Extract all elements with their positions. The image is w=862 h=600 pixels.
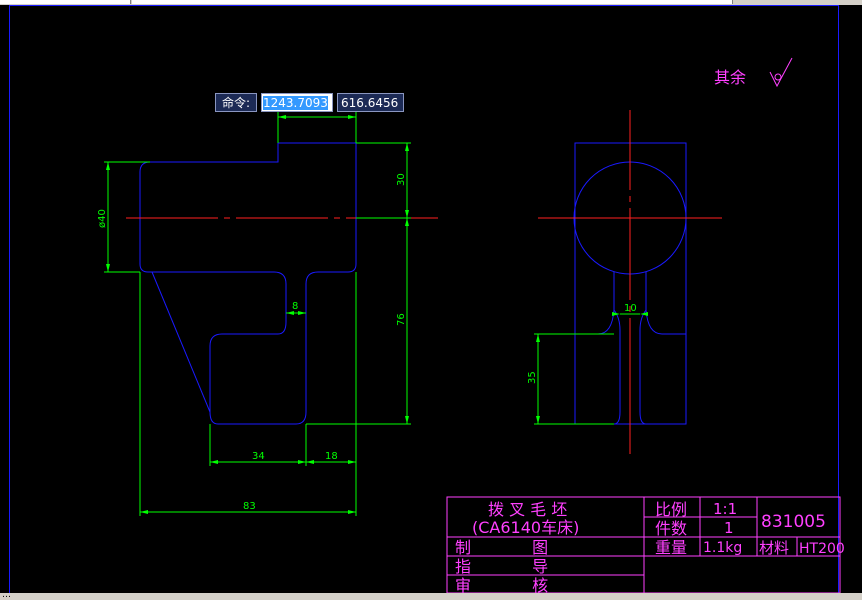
qty-label: 件数 <box>655 519 687 538</box>
dim-83-label: 83 <box>243 501 256 512</box>
material-value: HT200 <box>799 541 845 557</box>
dim-34-label: 34 <box>252 451 265 462</box>
material-label: 材料 <box>759 539 789 557</box>
dim-diameter-label: ø40 <box>97 209 108 228</box>
guide-label: 指 导 <box>455 557 576 576</box>
coordinate-y-input[interactable]: 616.6456 <box>337 93 404 112</box>
dim-30-label: 30 <box>396 173 407 186</box>
surface-note-text: 其余 <box>714 68 746 87</box>
command-prompt-label: 命令: <box>215 93 257 112</box>
side-view-arrowheads <box>536 312 648 424</box>
scale-label: 比例 <box>655 500 687 519</box>
weight-value: 1.1kg <box>703 540 742 556</box>
roughness-symbol-icon <box>769 57 793 88</box>
coordinate-x-input[interactable]: 1243.7093 <box>261 93 333 112</box>
dim-10-label: 10 <box>624 303 637 314</box>
scale-value: 1:1 <box>713 500 737 518</box>
coordinate-x-value: 1243.7093 <box>263 96 328 110</box>
front-view-outline <box>139 142 357 425</box>
dim-76-label: 76 <box>396 313 407 326</box>
surface-finish-note: 其余 <box>714 57 793 88</box>
dim-18-label: 18 <box>325 451 338 462</box>
side-view-centerlines <box>538 110 722 454</box>
dim-8-label: 8 <box>292 301 298 312</box>
dim-35-label: 35 <box>527 371 538 384</box>
status-text: … <box>2 593 11 600</box>
front-view-dim-labels: ø40 30 76 8 34 18 83 <box>97 173 407 512</box>
drawn-label: 制 图 <box>455 538 576 557</box>
title-block-text: 拨 叉 毛 坯 (CA6140车床) 比例 1:1 件数 1 831005 重量… <box>455 500 845 595</box>
part-subtitle: (CA6140车床) <box>472 518 579 537</box>
drawing-number: 831005 <box>761 512 826 532</box>
qty-value: 1 <box>724 519 734 537</box>
status-bar: … <box>0 593 862 600</box>
weight-label: 重量 <box>655 538 687 557</box>
side-view-dimensions <box>534 313 640 425</box>
part-name: 拨 叉 毛 坯 <box>488 500 567 519</box>
drawing-canvas[interactable]: ø40 30 76 8 34 18 83 10 35 其余 拨 叉 毛 坯 (C… <box>0 0 862 600</box>
